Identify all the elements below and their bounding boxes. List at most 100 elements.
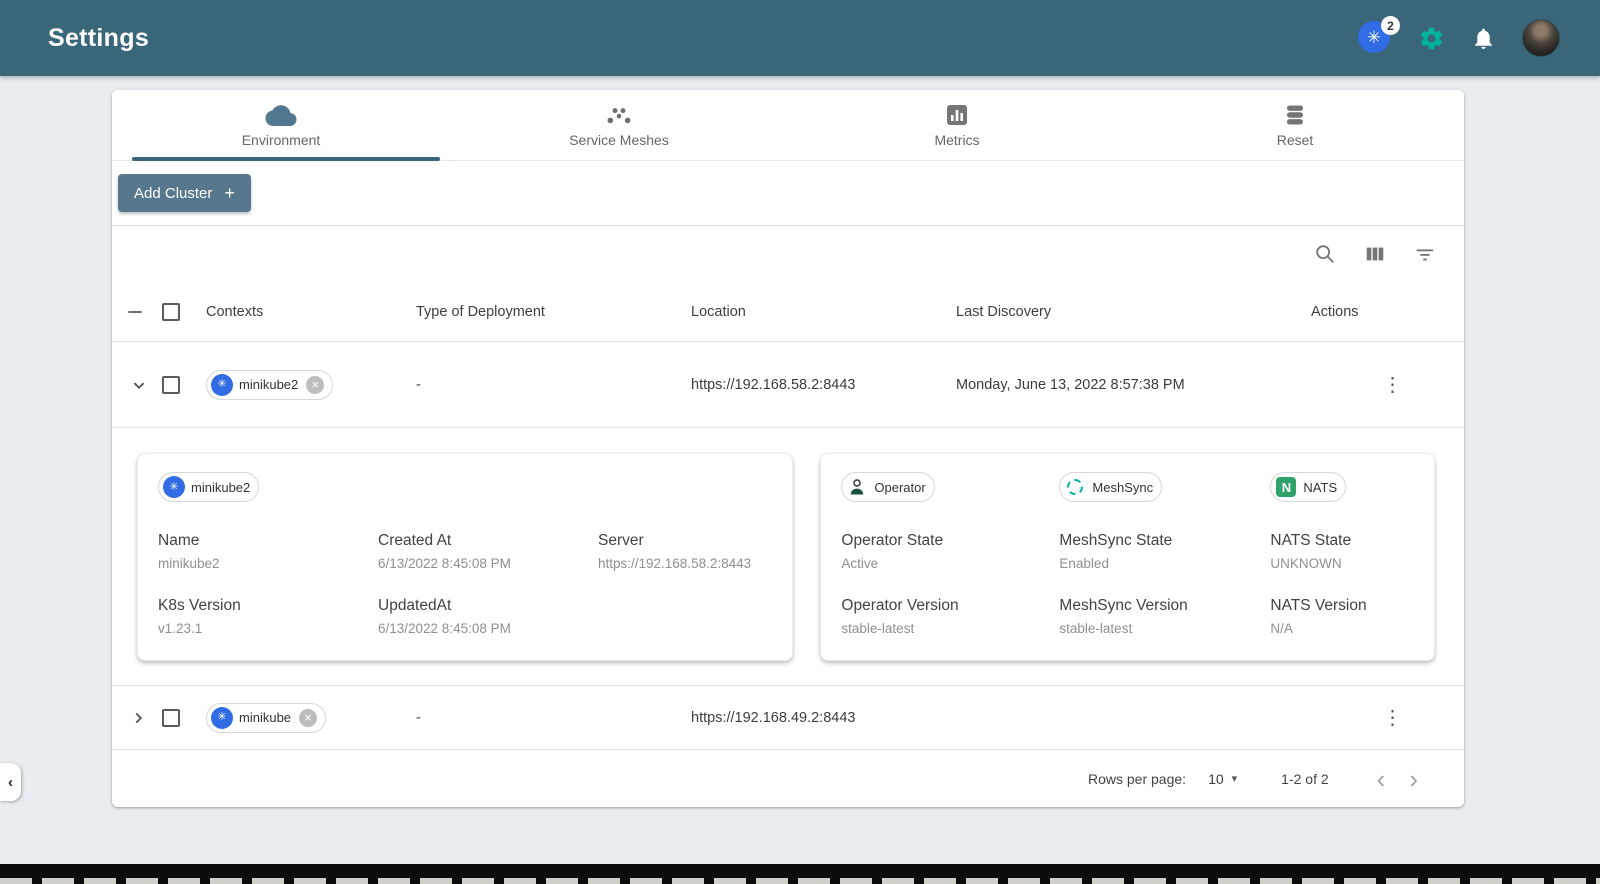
add-cluster-button[interactable]: Add Cluster + xyxy=(118,174,251,212)
nats-chip-label: NATS xyxy=(1303,479,1338,495)
table-toolbar xyxy=(112,226,1464,282)
sidebar-collapse-handle[interactable]: ‹ xyxy=(0,763,21,801)
search-icon xyxy=(1316,245,1334,263)
page-title: Settings xyxy=(48,23,150,52)
tab-service-meshes-label: Service Meshes xyxy=(569,132,669,148)
kubernetes-icon: ✳ xyxy=(163,476,185,498)
tab-service-meshes[interactable]: Service Meshes xyxy=(450,90,788,160)
remove-context-button[interactable]: × xyxy=(299,708,318,727)
field-label: NATS State xyxy=(1270,532,1352,549)
select-all-checkbox[interactable] xyxy=(162,302,180,321)
tab-reset[interactable]: Reset xyxy=(1126,90,1464,160)
search-button[interactable] xyxy=(1314,243,1336,265)
field-nats-state: NATS State UNKNOWN xyxy=(1270,532,1414,571)
collapse-all-icon[interactable] xyxy=(128,310,142,313)
operator-info-card: Operator MeshSync N NATS Operator State … xyxy=(820,453,1435,661)
previous-page-button[interactable]: ‹ xyxy=(1365,766,1398,792)
context-chip: ✳ minikube × xyxy=(206,702,327,733)
meshsync-chip-label: MeshSync xyxy=(1092,479,1154,495)
field-value: minikube2 xyxy=(158,556,220,571)
user-avatar[interactable] xyxy=(1522,19,1560,57)
settings-tabs: Environment Service Meshes Metrics Reset xyxy=(112,90,1464,161)
field-nats-version: NATS Version N/A xyxy=(1270,597,1414,636)
table-header-row: Contexts Type of Deployment Location Las… xyxy=(112,282,1464,342)
notifications-button[interactable] xyxy=(1471,26,1496,51)
meshsync-icon xyxy=(1064,476,1086,498)
field-label: MeshSync State xyxy=(1059,532,1173,549)
field-value: v1.23.1 xyxy=(158,621,203,636)
view-columns-button[interactable] xyxy=(1364,243,1386,265)
row-checkbox[interactable] xyxy=(162,375,180,394)
field-meshsync-state: MeshSync State Enabled xyxy=(1059,532,1270,571)
cloud-icon xyxy=(265,102,297,126)
chevron-right-icon xyxy=(135,712,143,723)
field-operator-version: Operator Version stable-latest xyxy=(841,597,1059,636)
field-value: stable-latest xyxy=(1059,621,1133,636)
expand-row-button[interactable] xyxy=(128,707,162,729)
table-row: ✳ minikube2 × - https://192.168.58.2:844… xyxy=(112,342,1464,428)
field-label: K8s Version xyxy=(158,597,241,614)
kubernetes-connection-button[interactable]: ✳ 2 xyxy=(1358,16,1400,55)
field-name: Name minikube2 xyxy=(158,532,378,571)
add-cluster-bar: Add Cluster + xyxy=(112,161,1464,226)
row-actions-menu-button[interactable]: ⋮ xyxy=(1321,705,1464,730)
context-chip: ✳ minikube2 × xyxy=(206,369,334,400)
field-value: Active xyxy=(841,556,879,571)
database-icon xyxy=(1284,102,1306,126)
tab-metrics[interactable]: Metrics xyxy=(788,90,1126,160)
plus-icon: + xyxy=(224,183,235,203)
field-value: Enabled xyxy=(1059,556,1109,571)
bell-icon xyxy=(1475,28,1492,49)
field-operator-state: Operator State Active xyxy=(841,532,1059,571)
field-value: https://192.168.58.2:8443 xyxy=(598,556,752,571)
rows-per-page-label: Rows per page: xyxy=(1088,770,1187,787)
field-label: Operator State xyxy=(841,532,944,549)
operator-chip-label: Operator xyxy=(874,479,926,495)
settings-panel: Environment Service Meshes Metrics Reset… xyxy=(112,90,1464,807)
column-location: Location xyxy=(691,303,746,320)
field-label: Created At xyxy=(378,532,452,549)
field-created-at: Created At 6/13/2022 8:45:08 PM xyxy=(378,532,598,571)
kebab-icon: ⋮ xyxy=(1382,374,1403,396)
chevron-down-icon xyxy=(133,382,145,389)
remove-context-button[interactable]: × xyxy=(306,375,325,394)
column-last-discovery: Last Discovery xyxy=(956,303,1052,320)
row-type-value: - xyxy=(416,376,421,393)
kubernetes-badge: 2 xyxy=(1381,16,1400,35)
nats-chip: N NATS xyxy=(1270,472,1347,502)
field-value: UNKNOWN xyxy=(1270,556,1342,571)
field-value: 6/13/2022 8:45:08 PM xyxy=(378,621,511,636)
chevron-right-icon: › xyxy=(1409,763,1418,794)
field-updated-at: UpdatedAt 6/13/2022 8:45:08 PM xyxy=(378,597,598,636)
tab-environment[interactable]: Environment xyxy=(112,90,450,161)
table-row: ✳ minikube × - https://192.168.49.2:8443… xyxy=(112,686,1464,750)
settings-gear-button[interactable] xyxy=(1418,25,1445,52)
tab-reset-label: Reset xyxy=(1276,132,1314,148)
context-chip-label: minikube2 xyxy=(239,377,299,392)
columns-icon xyxy=(1366,247,1384,261)
column-type-of-deployment: Type of Deployment xyxy=(416,303,545,320)
cluster-chip-label: minikube2 xyxy=(191,479,251,495)
field-label: Operator Version xyxy=(841,597,959,614)
cluster-info-card: ✳ minikube2 Name minikube2 Created At 6/… xyxy=(137,453,794,661)
kubernetes-icon: ✳ xyxy=(211,373,233,396)
field-label: Server xyxy=(598,532,644,549)
app-bar: Settings ✳ 2 xyxy=(0,0,1600,76)
rows-per-page-select[interactable]: 10 ▾ xyxy=(1208,771,1237,787)
row-checkbox[interactable] xyxy=(162,708,180,727)
row-location-value: https://192.168.58.2:8443 xyxy=(691,376,856,393)
field-label: MeshSync Version xyxy=(1059,597,1188,614)
collapse-row-button[interactable] xyxy=(128,374,162,396)
close-icon: × xyxy=(304,710,312,725)
rows-per-page-value: 10 xyxy=(1208,770,1224,787)
row-actions-menu-button[interactable]: ⋮ xyxy=(1321,372,1464,397)
tab-metrics-label: Metrics xyxy=(934,132,980,148)
field-meshsync-version: MeshSync Version stable-latest xyxy=(1059,597,1270,636)
cluster-chip: ✳ minikube2 xyxy=(158,472,260,502)
nats-icon: N xyxy=(1275,476,1297,498)
filter-button[interactable] xyxy=(1414,243,1436,265)
filter-icon xyxy=(1416,249,1434,261)
field-value: stable-latest xyxy=(841,621,915,636)
row-last-discovery-value: Monday, June 13, 2022 8:57:38 PM xyxy=(956,376,1185,393)
next-page-button[interactable]: › xyxy=(1397,766,1430,792)
